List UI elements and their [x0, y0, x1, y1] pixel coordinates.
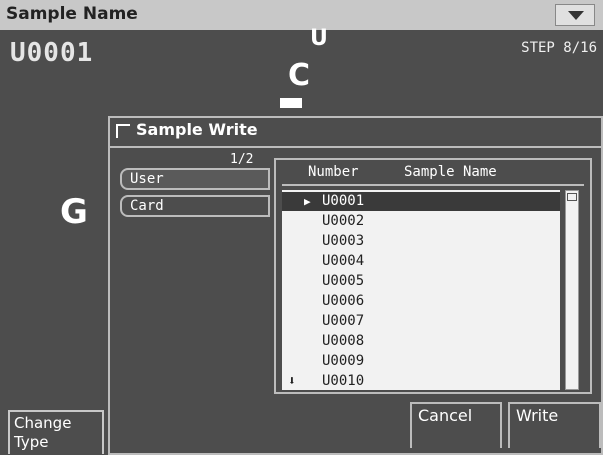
title-bar: Sample Name: [0, 0, 603, 30]
sample-number: U0007: [322, 313, 365, 329]
character-glyph-underscore: [280, 98, 302, 108]
change-type-button[interactable]: Change Type: [8, 410, 104, 454]
list-item[interactable]: ⬇ U0010: [282, 372, 560, 391]
sample-number: U0010: [322, 373, 365, 389]
tab-user[interactable]: User: [120, 168, 270, 190]
screen-title: Sample Name: [6, 4, 138, 24]
character-glyph-g: G: [60, 192, 88, 232]
step-indicator: STEP 8/16: [521, 40, 597, 56]
sample-write-dialog: Sample Write 1/2 User Card Number Sample…: [108, 116, 603, 455]
write-button[interactable]: Write: [508, 402, 601, 448]
list-item[interactable]: U0006: [282, 292, 560, 311]
list-item[interactable]: U0003: [282, 232, 560, 251]
dialog-corner-icon: [116, 124, 130, 138]
list-item[interactable]: U0004: [282, 252, 560, 271]
sample-number: U0001: [322, 193, 365, 209]
sample-number: U0005: [322, 273, 365, 289]
sample-number: U0008: [322, 333, 365, 349]
sample-number: U0006: [322, 293, 365, 309]
dialog-title-bar: Sample Write: [110, 118, 601, 148]
list-header: Number Sample Name: [282, 160, 584, 186]
list-item[interactable]: U0005: [282, 272, 560, 291]
sample-number: U0009: [322, 353, 365, 369]
selection-pointer-icon: ▶: [304, 195, 311, 208]
column-header-name: Sample Name: [404, 164, 497, 180]
scrollbar[interactable]: [565, 190, 579, 390]
list-item[interactable]: U0007: [282, 312, 560, 331]
list-item[interactable]: U0002: [282, 212, 560, 231]
sample-number: U0003: [322, 233, 365, 249]
tab-card[interactable]: Card: [120, 195, 270, 217]
sample-list[interactable]: ▶ U0001 U0002 U0003 U0004 U0005 U0006 U0007 U000…: [282, 190, 560, 390]
sample-number: U0002: [322, 213, 365, 229]
dialog-title: Sample Write: [136, 120, 258, 139]
page-indicator: 1/2: [230, 152, 254, 167]
chevron-down-icon[interactable]: [555, 4, 595, 26]
sample-number: U0004: [322, 253, 365, 269]
list-item[interactable]: ▶ U0001: [282, 192, 560, 211]
scroll-down-arrow-icon[interactable]: ⬇: [288, 372, 296, 391]
sample-id-display: U0001: [10, 38, 94, 68]
character-glyph-c: C: [288, 58, 311, 93]
list-item[interactable]: U0009: [282, 352, 560, 371]
scroll-thumb[interactable]: [567, 193, 577, 201]
character-glyph-u: U: [310, 26, 328, 51]
column-header-number: Number: [308, 164, 359, 180]
list-item[interactable]: U0008: [282, 332, 560, 351]
sample-list-panel: Number Sample Name ▶ U0001 U0002 U0003 U0004…: [274, 158, 592, 394]
cancel-button[interactable]: Cancel: [410, 402, 502, 448]
